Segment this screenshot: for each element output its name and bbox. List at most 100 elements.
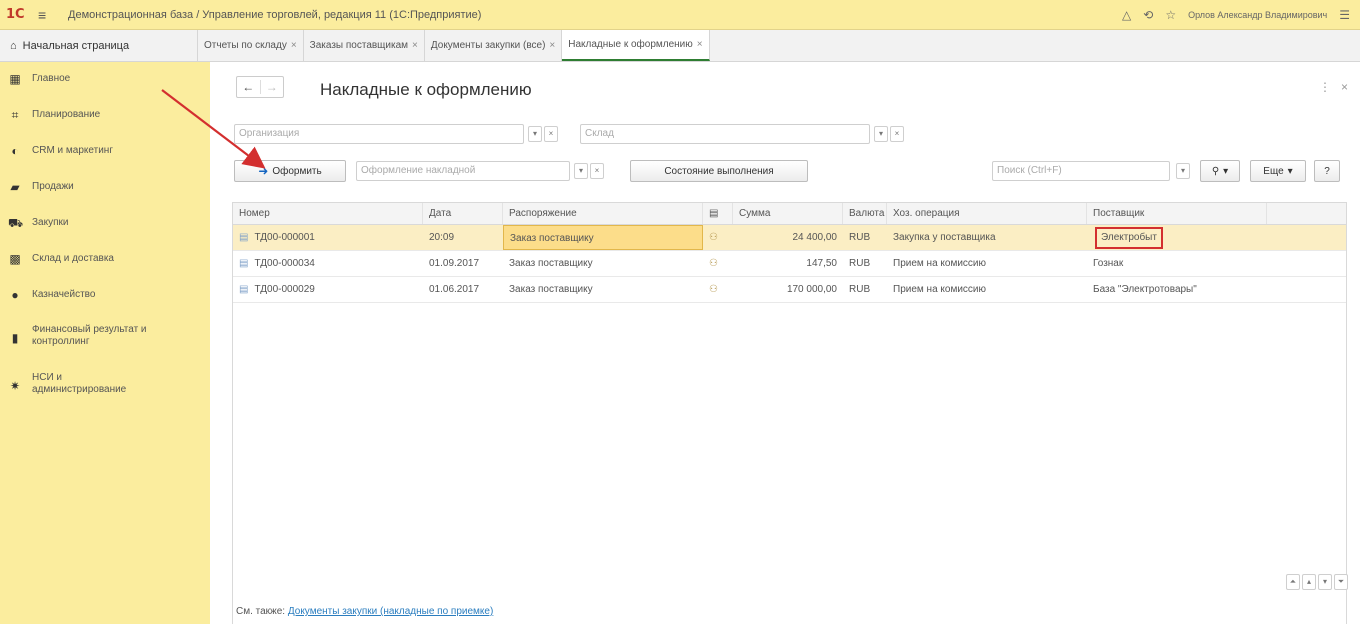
sales-icon: ▰ <box>10 180 20 194</box>
see-also: См. также: Документы закупки (накладные … <box>236 606 493 617</box>
sidebar-item-planning[interactable]: ⌗ Планирование <box>0 98 210 134</box>
settings-menu-icon[interactable]: ☰ <box>1339 8 1350 22</box>
status-button[interactable]: Состояние выполнения <box>630 160 808 182</box>
next-page-icon[interactable]: ▾ <box>1318 574 1332 590</box>
chevron-down-icon: ▾ <box>1287 165 1293 177</box>
star-icon[interactable]: ☆ <box>1165 8 1176 22</box>
tab-purchase-documents[interactable]: Документы закупки (все) × <box>425 30 563 61</box>
column-header-currency[interactable]: Валюта <box>843 203 887 224</box>
document-icon: ▤ <box>239 232 249 243</box>
sidebar-item-label: Продажи <box>32 181 74 192</box>
see-also-label: См. также: <box>236 606 286 617</box>
menu-icon[interactable]: ≡ <box>38 7 60 23</box>
treasury-icon: ● <box>11 288 19 302</box>
sidebar-item-label: Закупки <box>32 217 69 228</box>
cell-sum: 147,50 <box>806 258 837 269</box>
column-header-date[interactable]: Дата <box>423 203 503 224</box>
cell-supplier: База "Электротовары" <box>1093 284 1197 295</box>
first-page-icon[interactable]: ⏶ <box>1286 574 1300 590</box>
warehouse-field[interactable]: Склад <box>580 124 870 144</box>
tab-label: Заказы поставщикам <box>309 40 409 51</box>
sidebar-item-main[interactable]: ▦ Главное <box>0 62 210 98</box>
cart-icon: ⛟ <box>8 216 24 230</box>
sidebar-item-warehouse[interactable]: ▩ Склад и доставка <box>0 242 210 278</box>
home-icon: ⌂ <box>10 39 17 52</box>
dropdown-icon[interactable]: ▾ <box>574 163 588 179</box>
tab-label: Накладные к оформлению <box>568 39 693 50</box>
search-button[interactable]: ⚲ ▾ <box>1200 160 1240 182</box>
cell-date: 01.09.2017 <box>429 258 480 269</box>
sidebar-item-finance[interactable]: ▮ Финансовый результат и контроллинг <box>0 314 210 362</box>
purchase-documents-link[interactable]: Документы закупки (накладные по приемке) <box>288 606 493 617</box>
column-header-sum[interactable]: Сумма <box>733 203 843 224</box>
tabs-bar: ⌂ Начальная страница Отчеты по складу × … <box>0 30 1360 62</box>
cell-number: ТД00-000001 <box>254 232 315 243</box>
process-button[interactable]: ➜ Оформить <box>234 160 346 182</box>
document-icon: ▤ <box>239 258 249 269</box>
cell-sum: 24 400,00 <box>792 232 838 243</box>
cell-order: Заказ поставщику <box>509 258 593 269</box>
organization-field[interactable]: Организация <box>234 124 524 144</box>
more-button[interactable]: Еще ▾ <box>1250 160 1306 182</box>
help-button[interactable]: ? <box>1314 160 1340 182</box>
table-row[interactable]: ▤ ТД00-000034 01.09.2017 Заказ поставщику… <box>233 251 1346 277</box>
process-button-label: Оформить <box>272 165 322 177</box>
last-page-icon[interactable]: ⏷ <box>1334 574 1348 590</box>
dropdown-icon[interactable]: ▾ <box>874 126 888 142</box>
clear-icon[interactable]: × <box>544 126 558 142</box>
cell-order: Заказ поставщику <box>509 284 593 295</box>
sidebar-item-treasury[interactable]: ● Казначейство <box>0 278 210 314</box>
main-content: ← → Накладные к оформлению ⋮ × Организац… <box>210 62 1360 624</box>
tab-home-label: Начальная страница <box>22 39 130 52</box>
tab-warehouse-reports[interactable]: Отчеты по складу × <box>198 30 304 61</box>
sidebar-item-label: CRM и маркетинг <box>32 145 113 156</box>
back-arrow-icon[interactable]: ← <box>237 80 260 94</box>
close-icon[interactable]: × <box>412 40 418 51</box>
warehouse-icon: ▩ <box>9 252 21 266</box>
cell-number: ТД00-000034 <box>254 258 315 269</box>
sidebar-item-sales[interactable]: ▰ Продажи <box>0 170 210 206</box>
gear-icon: ✷ <box>9 379 21 393</box>
glasses-icon: ⚇ <box>709 232 718 243</box>
history-icon[interactable]: ⟲ <box>1143 8 1153 22</box>
table-pager: ⏶ ▴ ▾ ⏷ <box>1286 574 1348 590</box>
column-header-glasses-icon[interactable]: ▤ <box>703 203 733 224</box>
column-header-number[interactable]: Номер <box>233 203 423 224</box>
column-header-order[interactable]: Распоряжение <box>503 203 703 224</box>
clear-icon[interactable]: × <box>590 163 604 179</box>
dropdown-icon[interactable]: ▾ <box>528 126 542 142</box>
documents-table: Номер Дата Распоряжение ▤ Сумма Валюта Х… <box>232 202 1347 624</box>
table-row[interactable]: ▤ ТД00-000001 20:09 Заказ поставщику ⚇ 24… <box>233 225 1346 251</box>
bell-icon[interactable]: △ <box>1122 8 1131 22</box>
search-icon: ⚲ <box>1211 165 1220 177</box>
tab-invoices-to-process[interactable]: Накладные к оформлению × <box>562 30 710 61</box>
crm-icon: ◐ <box>11 144 19 158</box>
grid-icon: ▦ <box>9 72 21 86</box>
table-row[interactable]: ▤ ТД00-000029 01.06.2017 Заказ поставщику… <box>233 277 1346 303</box>
close-icon[interactable]: × <box>549 40 555 51</box>
close-icon[interactable]: × <box>291 40 297 51</box>
cell-date: 01.06.2017 <box>429 284 480 295</box>
forward-arrow-icon[interactable]: → <box>259 80 284 94</box>
document-icon: ▤ <box>239 284 249 295</box>
sidebar-item-purchases[interactable]: ⛟ Закупки <box>0 206 210 242</box>
tab-home[interactable]: ⌂ Начальная страница <box>0 30 198 61</box>
app-title: Демонстрационная база / Управление торго… <box>68 8 482 21</box>
more-vertical-icon[interactable]: ⋮ <box>1319 80 1331 94</box>
cell-order[interactable]: Заказ поставщику <box>503 225 703 250</box>
user-name[interactable]: Орлов Александр Владимирович <box>1188 10 1327 20</box>
column-header-operation[interactable]: Хоз. операция <box>887 203 1087 224</box>
tab-supplier-orders[interactable]: Заказы поставщикам × <box>304 30 425 61</box>
status-button-label: Состояние выполнения <box>664 165 774 177</box>
sidebar-item-admin[interactable]: ✷ НСИ и администрирование <box>0 362 210 410</box>
search-input[interactable]: Поиск (Ctrl+F) <box>992 161 1170 181</box>
close-icon[interactable]: × <box>1341 80 1348 94</box>
prev-page-icon[interactable]: ▴ <box>1302 574 1316 590</box>
search-dropdown-icon[interactable]: ▾ <box>1176 163 1190 179</box>
clear-icon[interactable]: × <box>890 126 904 142</box>
column-header-supplier[interactable]: Поставщик <box>1087 203 1267 224</box>
invoice-processing-field[interactable]: Оформление накладной <box>356 161 570 181</box>
close-icon[interactable]: × <box>697 39 703 50</box>
sidebar-item-label: Склад и доставка <box>32 253 114 264</box>
sidebar-item-crm[interactable]: ◐ CRM и маркетинг <box>0 134 210 170</box>
